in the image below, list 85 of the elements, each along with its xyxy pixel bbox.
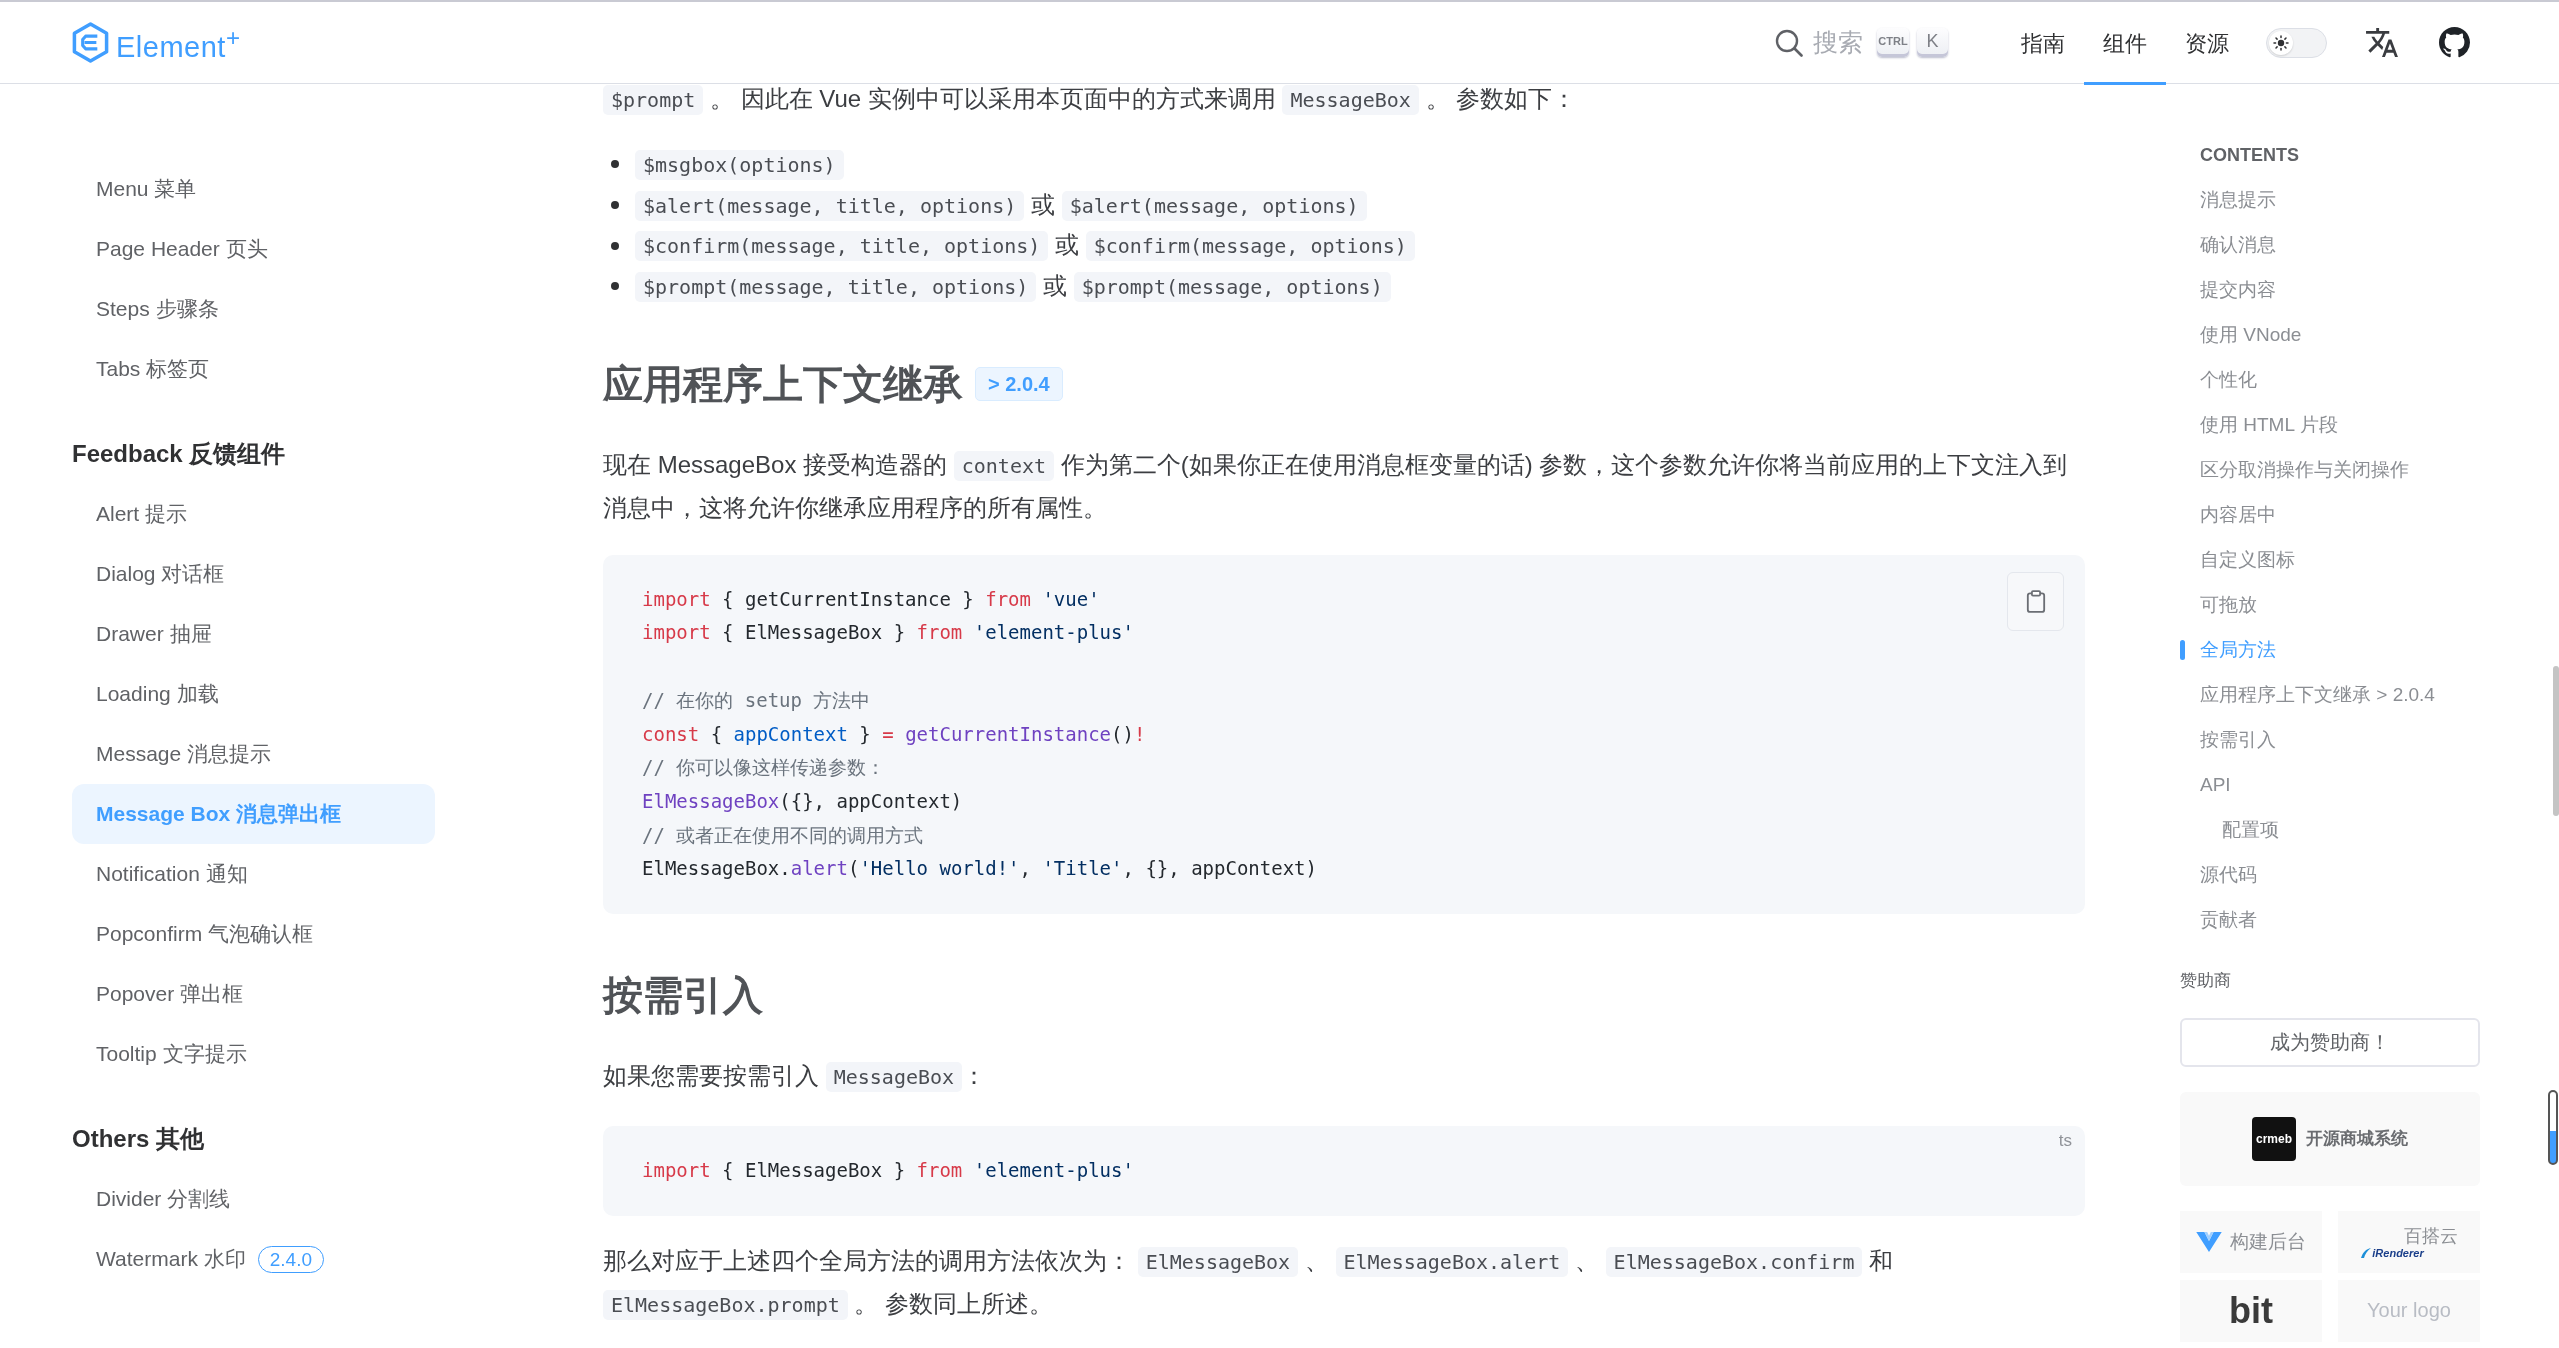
list-item-text: $prompt(message, title, options) 或 $prompt(message, options)	[635, 265, 1391, 307]
bullet-icon	[611, 241, 619, 250]
sidebar-item[interactable]: Tabs 标签页	[72, 339, 435, 399]
toc-link[interactable]: 提交内容	[2180, 267, 2480, 313]
section-heading: 应用程序上下文继承	[603, 360, 963, 408]
toc-link[interactable]: 使用 HTML 片段	[2180, 402, 2480, 448]
sidebar-item[interactable]: Alert 提示	[72, 484, 435, 544]
copy-button[interactable]	[2007, 571, 2064, 631]
sponsors-heading: 赞助商	[2180, 969, 2232, 992]
bullet-icon	[611, 282, 619, 291]
translate-icon	[2366, 28, 2398, 57]
toc-link[interactable]: 贡献者	[2180, 897, 2480, 943]
toc-link[interactable]: 内容居中	[2180, 492, 2480, 538]
toc-link[interactable]: 消息提示	[2180, 177, 2480, 223]
keyboard-key: K	[1917, 28, 1948, 57]
toc-link[interactable]: 应用程序上下文继承 > 2.0.4	[2180, 672, 2480, 718]
code-line: ElMessageBox.alert('Hello world!', 'Title', {}, appContext)	[642, 856, 1318, 882]
sidebar-item[interactable]: Loading 加载	[72, 664, 435, 724]
paragraph-text: 如果您需要按需引入 MessageBox ：	[603, 1054, 2085, 1098]
sidebar-item[interactable]: Popconfirm 气泡确认框	[72, 904, 435, 964]
toc-link[interactable]: 确认消息	[2180, 222, 2480, 268]
version-badge: > 2.0.4	[975, 366, 1063, 401]
toc-link[interactable]: 按需引入	[2180, 717, 2480, 763]
paragraph-text: 那么对应于上述四个全局方法的调用方法依次为： ElMessageBox 、 ElMessageBox.alert 、 ElMessageBox.confirm 和 ElMessageBox.prompt 。 参数同上所述。	[603, 1239, 2085, 1326]
language-label: ts	[2058, 1129, 2072, 1152]
sponsor-tile[interactable]: 百搭云 iRenderer	[2338, 1210, 2480, 1273]
nav-link[interactable]: 资源	[2166, 2, 2248, 85]
theme-switch[interactable]	[2266, 27, 2327, 58]
scrollbar-thumb[interactable]	[2548, 1090, 2558, 1165]
active-marker-icon	[2180, 640, 2185, 660]
v-logo-icon	[2196, 1231, 2222, 1252]
bullet-icon	[611, 160, 619, 169]
toc-link[interactable]: 自定义图标	[2180, 537, 2480, 583]
clipboard-icon	[2025, 588, 2046, 614]
sidebar-item[interactable]: Steps 步骤条	[72, 279, 435, 339]
nav-link[interactable]: 组件	[2084, 2, 2166, 85]
sidebar-item[interactable]: Message 消息提示	[72, 724, 435, 784]
code-line: import { ElMessageBox } from 'element-plus'	[642, 620, 1135, 646]
sun-icon	[2269, 30, 2293, 55]
language-button[interactable]	[2366, 28, 2398, 57]
toc-link[interactable]: 个性化	[2180, 357, 2480, 403]
search-icon	[1775, 28, 1803, 57]
wordmark-logo: iRenderer	[2360, 1246, 2424, 1259]
toc-link[interactable]: 使用 VNode	[2180, 312, 2480, 358]
nav-link[interactable]: 指南	[2002, 2, 2084, 85]
toc-title: CONTENTS	[2199, 144, 2300, 167]
scrollbar-thumb[interactable]	[2553, 666, 2559, 816]
bullet-icon	[611, 201, 619, 210]
list-item-text: $alert(message, title, options) 或 $alert(message, options)	[635, 184, 1367, 226]
keyboard-key: CTRL	[1877, 28, 1909, 57]
toc-link[interactable]: API	[2180, 762, 2480, 808]
github-button[interactable]	[2439, 27, 2470, 58]
sidebar-item[interactable]: Watermark 水印 2.4.0	[72, 1229, 435, 1289]
sidebar-item[interactable]: Notification 通知	[72, 844, 435, 904]
code-line: ElMessageBox({}, appContext)	[642, 788, 964, 814]
become-sponsor-button[interactable]: 成为赞助商！	[2180, 1017, 2480, 1067]
sidebar-item[interactable]: Dialog 对话框	[72, 544, 435, 604]
sponsor-tile[interactable]: 构建后台	[2180, 1210, 2322, 1273]
code-line: import { getCurrentInstance } from 'vue'	[642, 586, 1101, 612]
sidebar-group-title: Others 其他	[72, 1124, 206, 1154]
paragraph-text: 现在 MessageBox 接受构造器的 context 作为第二个(如果你正在使用消息框变量的话) 参数，这个参数允许你将当前应用的上下文注入到消息中，这将允许你继承应用程序的所有属性。	[603, 449, 2069, 523]
sidebar-item[interactable]: Tooltip 文字提示	[72, 1024, 435, 1084]
sidebar-item[interactable]: Divider 分割线	[72, 1169, 435, 1229]
sidebar-item[interactable]: Drawer 抽屉	[72, 604, 435, 664]
wordmark-logo: crmeb	[2252, 1116, 2296, 1161]
toc-link[interactable]: 可拖放	[2180, 582, 2480, 628]
sidebar-item[interactable]: Menu 菜单	[72, 159, 435, 219]
code-line: import { ElMessageBox } from 'element-plus'	[642, 1157, 1135, 1183]
github-icon	[2439, 27, 2470, 58]
sidebar-item[interactable]: Popover 弹出框	[72, 964, 435, 1024]
hexagon-logo-icon	[71, 21, 110, 64]
search-button[interactable]: 搜索 CTRL K	[1775, 26, 1948, 59]
sponsor-tile[interactable]: bit	[2180, 1279, 2322, 1342]
sidebar-group-title: Feedback 反馈组件	[72, 439, 287, 469]
code-line: // 你可以像这样传递参数：	[642, 755, 887, 781]
toc-link[interactable]: 区分取消操作与关闭操作	[2180, 447, 2480, 493]
code-line: // 或者正在使用不同的调用方式	[642, 822, 925, 848]
list-item-text: $confirm(message, title, options) 或 $confirm(message, options)	[635, 225, 1415, 267]
section-heading: 按需引入	[603, 971, 763, 1019]
code-line: // 在你的 setup 方法中	[642, 687, 872, 713]
sidebar-item[interactable]: Page Header 页头	[72, 219, 435, 279]
code-line: const { appContext } = getCurrentInstance()!	[642, 721, 1147, 747]
toc-link[interactable]: 配置项	[2180, 807, 2480, 853]
toc-link[interactable]: 源代码	[2180, 852, 2480, 898]
sponsor-card[interactable]: crmeb 开源商城系统	[2180, 1091, 2480, 1186]
